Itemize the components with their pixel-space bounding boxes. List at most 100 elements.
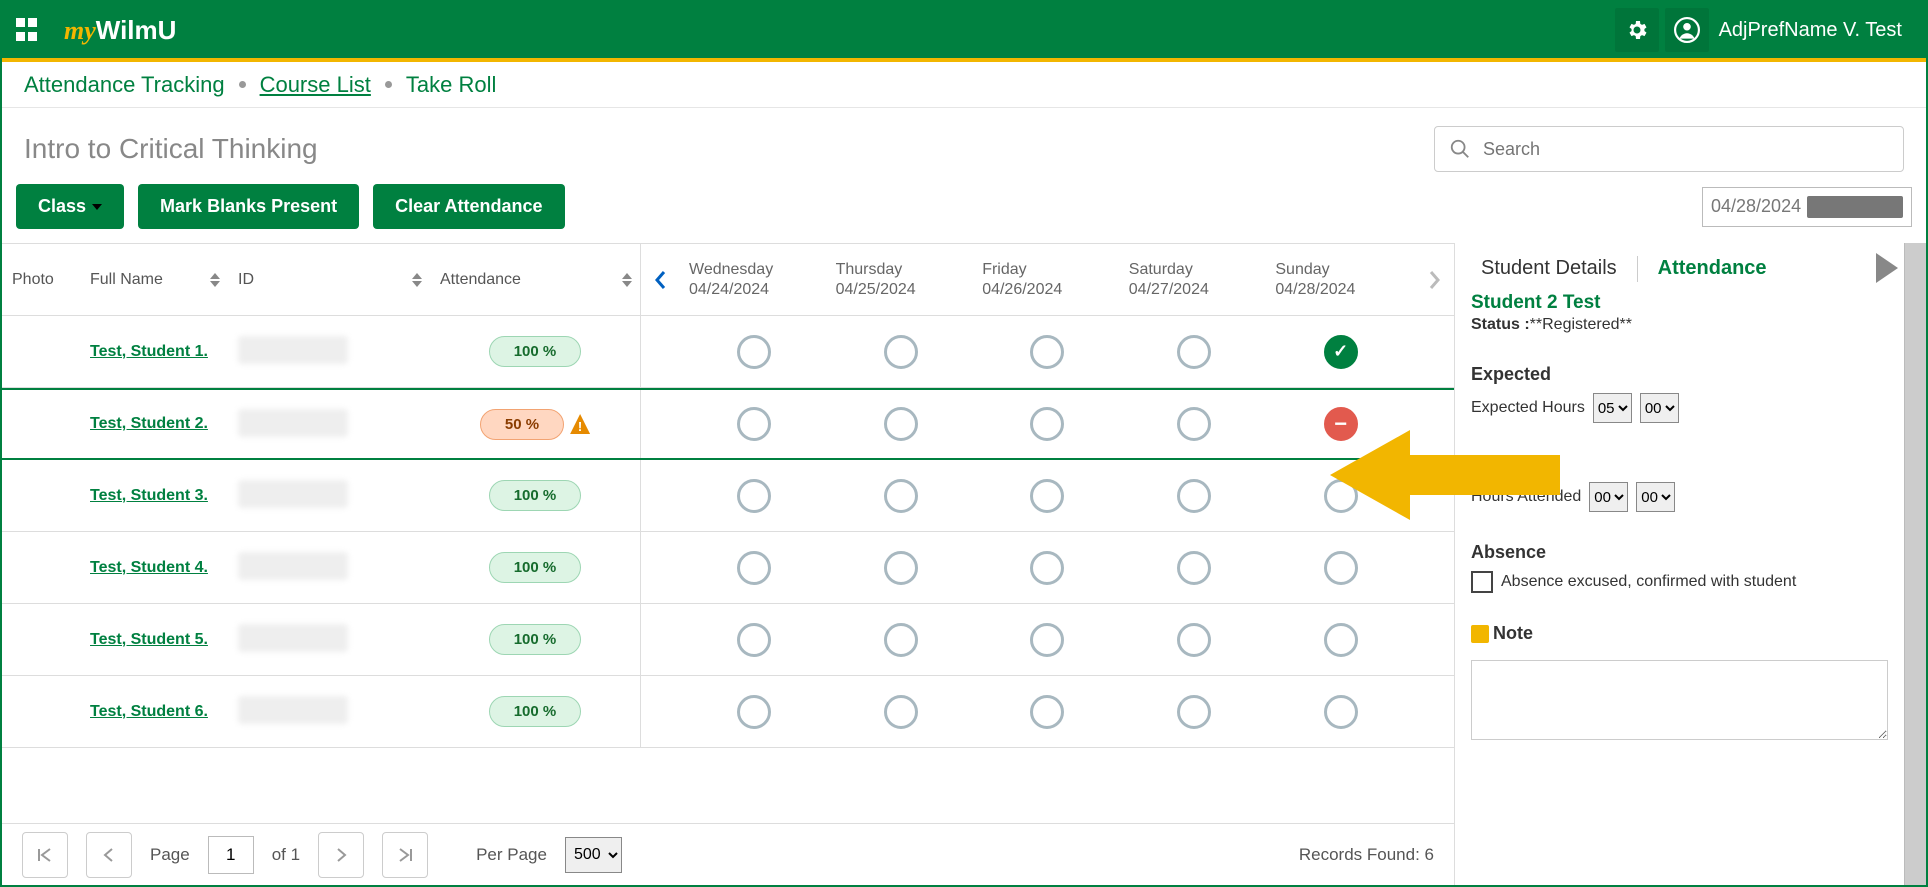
- records-found-label: Records Found: 6: [1299, 845, 1434, 865]
- day-header: Thursday04/25/2024: [828, 244, 975, 315]
- student-id-redacted: [238, 480, 348, 508]
- expected-minutes-select[interactable]: 00: [1640, 393, 1679, 423]
- breadcrumb: Attendance Tracking Course List Take Rol…: [2, 62, 1926, 108]
- note-icon: [1471, 625, 1489, 643]
- tab-student-details[interactable]: Student Details: [1471, 253, 1627, 284]
- col-header-fullname[interactable]: Full Name: [80, 244, 228, 315]
- attendance-toggle[interactable]: [1324, 695, 1358, 729]
- attendance-toggle[interactable]: [884, 695, 918, 729]
- perpage-label: Per Page: [476, 845, 547, 865]
- class-dropdown-button[interactable]: Class: [16, 184, 124, 229]
- attendance-toggle[interactable]: [737, 623, 771, 657]
- col-header-attendance[interactable]: Attendance: [430, 244, 640, 315]
- attendance-toggle[interactable]: ✓: [1324, 335, 1358, 369]
- student-name-link[interactable]: Test, Student 2.: [90, 415, 208, 432]
- next-dates-button[interactable]: [1414, 244, 1454, 315]
- student-name-link[interactable]: Test, Student 3.: [90, 487, 208, 504]
- attended-hours-select[interactable]: 00: [1589, 482, 1628, 512]
- last-page-button[interactable]: [382, 832, 428, 878]
- perpage-select[interactable]: 500: [565, 837, 622, 873]
- crumb-take-roll[interactable]: Take Roll: [406, 72, 496, 98]
- table-row[interactable]: Test, Student 6. 100 %: [2, 676, 1454, 748]
- attendance-toggle[interactable]: [1177, 551, 1211, 585]
- attendance-pill: 50 %: [480, 409, 564, 440]
- absence-heading: Absence: [1471, 542, 1888, 563]
- attendance-toggle[interactable]: [1030, 407, 1064, 441]
- mark-blanks-present-button[interactable]: Mark Blanks Present: [138, 184, 359, 229]
- student-name-link[interactable]: Test, Student 6.: [90, 703, 208, 720]
- next-page-button[interactable]: [318, 832, 364, 878]
- student-id-redacted: [238, 336, 348, 364]
- attendance-toggle[interactable]: [1030, 479, 1064, 513]
- expected-hours-label: Expected Hours: [1471, 399, 1585, 417]
- detail-student-name: Student 2 Test: [1471, 292, 1888, 314]
- attendance-toggle[interactable]: [1030, 551, 1064, 585]
- date-picker[interactable]: 04/28/2024: [1702, 187, 1912, 227]
- attendance-toggle[interactable]: [1177, 623, 1211, 657]
- attendance-pill: 100 %: [489, 336, 582, 367]
- attendance-toggle[interactable]: [884, 479, 918, 513]
- attendance-toggle[interactable]: [1177, 407, 1211, 441]
- crumb-attendance-tracking[interactable]: Attendance Tracking: [24, 72, 225, 98]
- absence-excused-checkbox[interactable]: [1471, 571, 1493, 593]
- search-icon: [1449, 138, 1471, 160]
- student-id-redacted: [238, 624, 348, 652]
- attendance-toggle[interactable]: [737, 335, 771, 369]
- logo: myWilmU: [64, 15, 176, 46]
- prev-page-button[interactable]: [86, 832, 132, 878]
- app-grid-icon[interactable]: [16, 18, 40, 42]
- attendance-toggle[interactable]: [1030, 695, 1064, 729]
- attendance-toggle[interactable]: [1324, 623, 1358, 657]
- attendance-toggle[interactable]: [884, 551, 918, 585]
- gear-icon[interactable]: [1615, 8, 1659, 52]
- table-row[interactable]: Test, Student 3. 100 %: [2, 460, 1454, 532]
- crumb-course-list[interactable]: Course List: [260, 72, 371, 98]
- warning-icon: !: [570, 414, 590, 434]
- table-row[interactable]: Test, Student 2. 50 %! −: [2, 388, 1454, 460]
- student-name-link[interactable]: Test, Student 5.: [90, 631, 208, 648]
- table-row[interactable]: Test, Student 1. 100 % ✓: [2, 316, 1454, 388]
- attendance-toggle[interactable]: [884, 623, 918, 657]
- breadcrumb-separator: [239, 81, 246, 88]
- tab-attendance[interactable]: Attendance: [1648, 253, 1777, 284]
- attendance-toggle[interactable]: [737, 479, 771, 513]
- day-header: Sunday04/28/2024: [1267, 244, 1414, 315]
- col-header-id[interactable]: ID: [228, 244, 430, 315]
- attendance-pill: 100 %: [489, 480, 582, 511]
- note-textarea[interactable]: [1471, 660, 1888, 740]
- attendance-pill: 100 %: [489, 552, 582, 583]
- attended-minutes-select[interactable]: 00: [1636, 482, 1675, 512]
- attendance-toggle[interactable]: [1177, 695, 1211, 729]
- student-id-redacted: [238, 696, 348, 724]
- student-name-link[interactable]: Test, Student 1.: [90, 343, 208, 360]
- attendance-toggle[interactable]: [1324, 479, 1358, 513]
- attendance-toggle[interactable]: [1177, 479, 1211, 513]
- attendance-toggle[interactable]: [1324, 551, 1358, 585]
- avatar-icon[interactable]: [1665, 8, 1709, 52]
- attendance-toggle[interactable]: [1177, 335, 1211, 369]
- expected-hours-select[interactable]: 05: [1593, 393, 1632, 423]
- page-input[interactable]: [208, 836, 254, 874]
- search-input[interactable]: [1483, 139, 1889, 160]
- attendance-toggle[interactable]: [1030, 335, 1064, 369]
- table-row[interactable]: Test, Student 5.100 %: [2, 604, 1454, 676]
- first-page-button[interactable]: [22, 832, 68, 878]
- attendance-toggle[interactable]: [884, 407, 918, 441]
- clear-attendance-button[interactable]: Clear Attendance: [373, 184, 564, 229]
- search-box[interactable]: [1434, 126, 1904, 172]
- attendance-toggle[interactable]: −: [1324, 407, 1358, 441]
- attendance-pill: 100 %: [489, 696, 582, 727]
- attendance-toggle[interactable]: [737, 407, 771, 441]
- table-row[interactable]: Test, Student 4. 100 %: [2, 532, 1454, 604]
- detail-student-status: Status :**Registered**: [1471, 316, 1888, 334]
- col-header-photo: Photo: [2, 244, 80, 315]
- day-header: Saturday04/27/2024: [1121, 244, 1268, 315]
- attendance-toggle[interactable]: [737, 551, 771, 585]
- attendance-toggle[interactable]: [737, 695, 771, 729]
- calendar-icon: [1807, 196, 1903, 218]
- attendance-toggle[interactable]: [884, 335, 918, 369]
- scrollbar[interactable]: [1904, 243, 1926, 885]
- student-name-link[interactable]: Test, Student 4.: [90, 559, 208, 576]
- attendance-toggle[interactable]: [1030, 623, 1064, 657]
- prev-dates-button[interactable]: [641, 244, 681, 315]
